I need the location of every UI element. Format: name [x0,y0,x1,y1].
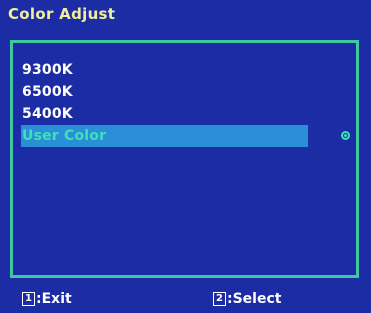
select-label: :Select [227,291,282,307]
key-2-icon: 2 [213,292,226,306]
menu-item-user-color[interactable]: User Color [21,125,308,147]
osd-panel: Color Adjust 9300K 6500K 5400K User Colo… [0,0,371,313]
menu-item-6500k[interactable]: 6500K [21,81,308,103]
osd-title: Color Adjust [8,5,116,23]
footer-hints: 1 :Exit 2 :Select [0,291,371,311]
key-1-icon: 1 [22,292,35,306]
menu-item-9300k[interactable]: 9300K [21,59,308,81]
exit-label: :Exit [36,291,72,307]
selected-radio-icon [341,131,350,140]
menu-frame: 9300K 6500K 5400K User Color [10,40,359,278]
exit-hint[interactable]: 1 :Exit [22,291,72,307]
select-hint[interactable]: 2 :Select [213,291,281,307]
menu-item-5400k[interactable]: 5400K [21,103,308,125]
